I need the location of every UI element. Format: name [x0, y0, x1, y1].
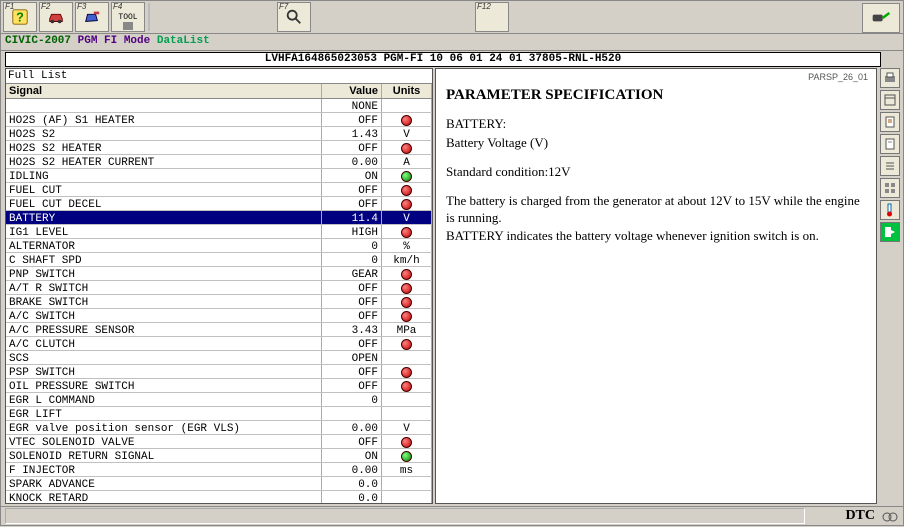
table-header: Signal Value Units [6, 84, 432, 99]
table-row[interactable]: PNP SWITCHGEAR [6, 267, 432, 281]
table-row[interactable]: A/C PRESSURE SENSOR3.43MPa [6, 323, 432, 337]
f4-tool-button[interactable]: F4TOOL [111, 2, 145, 32]
status-dot-icon [401, 143, 412, 154]
status-dot-icon [401, 171, 412, 182]
status-dot-icon [401, 437, 412, 448]
side-btn-2[interactable] [880, 90, 900, 110]
side-btn-3[interactable] [880, 112, 900, 132]
table-body[interactable]: NONEHO2S (AF) S1 HEATEROFFHO2S S21.43VHO… [6, 99, 432, 503]
top-toolbar: F1? F2 F3 F4TOOL F7 F12 [1, 1, 903, 34]
dtc-label[interactable]: DTC [845, 508, 875, 524]
table-row[interactable]: IG1 LEVELHIGH [6, 225, 432, 239]
signal-list-pane: Full List Signal Value Units NONEHO2S (A… [5, 68, 433, 504]
table-row[interactable]: HO2S S2 HEATEROFF [6, 141, 432, 155]
table-row[interactable]: IDLINGON [6, 169, 432, 183]
table-row[interactable]: BATTERY11.4V [6, 211, 432, 225]
table-row[interactable]: NONE [6, 99, 432, 113]
print-button[interactable] [880, 68, 900, 88]
spec-tag: PARSP_26_01 [808, 72, 868, 82]
f7-search-button[interactable]: F7 [277, 2, 311, 32]
table-row[interactable]: EGR valve position sensor (EGR VLS)0.00V [6, 421, 432, 435]
connector-button[interactable] [862, 3, 900, 33]
status-dot-icon [401, 283, 412, 294]
f3-tool-button[interactable]: F3 [75, 2, 109, 32]
table-row[interactable]: FUEL CUT DECELOFF [6, 197, 432, 211]
f2-car-button[interactable]: F2 [39, 2, 73, 32]
status-dot-icon [401, 451, 412, 462]
table-row[interactable]: OIL PRESSURE SWITCHOFF [6, 379, 432, 393]
table-row[interactable]: A/T R SWITCHOFF [6, 281, 432, 295]
table-row[interactable]: C SHAFT SPD0km/h [6, 253, 432, 267]
status-dot-icon [401, 269, 412, 280]
status-dot-icon [401, 367, 412, 378]
table-row[interactable]: FUEL CUTOFF [6, 183, 432, 197]
status-dot-icon [401, 381, 412, 392]
table-row[interactable]: PSP SWITCHOFF [6, 365, 432, 379]
toolbar-divider [148, 3, 162, 31]
table-row[interactable]: SPARK ADVANCE0.0 [6, 477, 432, 491]
table-row[interactable]: SCSOPEN [6, 351, 432, 365]
table-row[interactable]: KNOCK RETARD0.0 [6, 491, 432, 503]
table-row[interactable]: EGR L COMMAND0 [6, 393, 432, 407]
breadcrumb: CIVIC-2007 PGM FI Mode DataList [1, 34, 903, 51]
side-btn-6[interactable] [880, 178, 900, 198]
side-btn-4[interactable] [880, 134, 900, 154]
table-row[interactable]: EGR LIFT [6, 407, 432, 421]
f1-help-button[interactable]: F1? [3, 2, 37, 32]
status-dot-icon [401, 311, 412, 322]
temperature-button[interactable] [880, 200, 900, 220]
table-row[interactable]: BRAKE SWITCHOFF [6, 295, 432, 309]
table-row[interactable]: HO2S (AF) S1 HEATEROFF [6, 113, 432, 127]
f12-button[interactable]: F12 [475, 2, 509, 32]
spec-pane: PARSP_26_01 PARAMETER SPECIFICATION BATT… [435, 68, 877, 504]
table-row[interactable]: ALTERNATOR0% [6, 239, 432, 253]
status-dot-icon [401, 227, 412, 238]
table-row[interactable]: A/C CLUTCHOFF [6, 337, 432, 351]
table-row[interactable]: SOLENOID RETURN SIGNALON [6, 449, 432, 463]
status-dot-icon [401, 339, 412, 350]
table-row[interactable]: HO2S S21.43V [6, 127, 432, 141]
table-row[interactable]: A/C SWITCHOFF [6, 309, 432, 323]
status-dot-icon [401, 297, 412, 308]
status-dot-icon [401, 115, 412, 126]
tray-icon[interactable] [881, 509, 899, 524]
list-title: Full List [6, 69, 432, 84]
table-row[interactable]: HO2S S2 HEATER CURRENT0.00A [6, 155, 432, 169]
status-dot-icon [401, 185, 412, 196]
exit-button[interactable] [880, 222, 900, 242]
side-btn-5[interactable] [880, 156, 900, 176]
side-toolbar [879, 68, 901, 504]
status-dot-icon [401, 199, 412, 210]
spec-title: PARAMETER SPECIFICATION [446, 87, 866, 104]
table-row[interactable]: VTEC SOLENOID VALVEOFF [6, 435, 432, 449]
svg-text:?: ? [16, 11, 24, 25]
vin-header: LVHFA164865023053 PGM-FI 10 06 01 24 01 … [5, 52, 881, 67]
status-bar: DTC [1, 506, 903, 525]
table-row[interactable]: F INJECTOR0.00ms [6, 463, 432, 477]
